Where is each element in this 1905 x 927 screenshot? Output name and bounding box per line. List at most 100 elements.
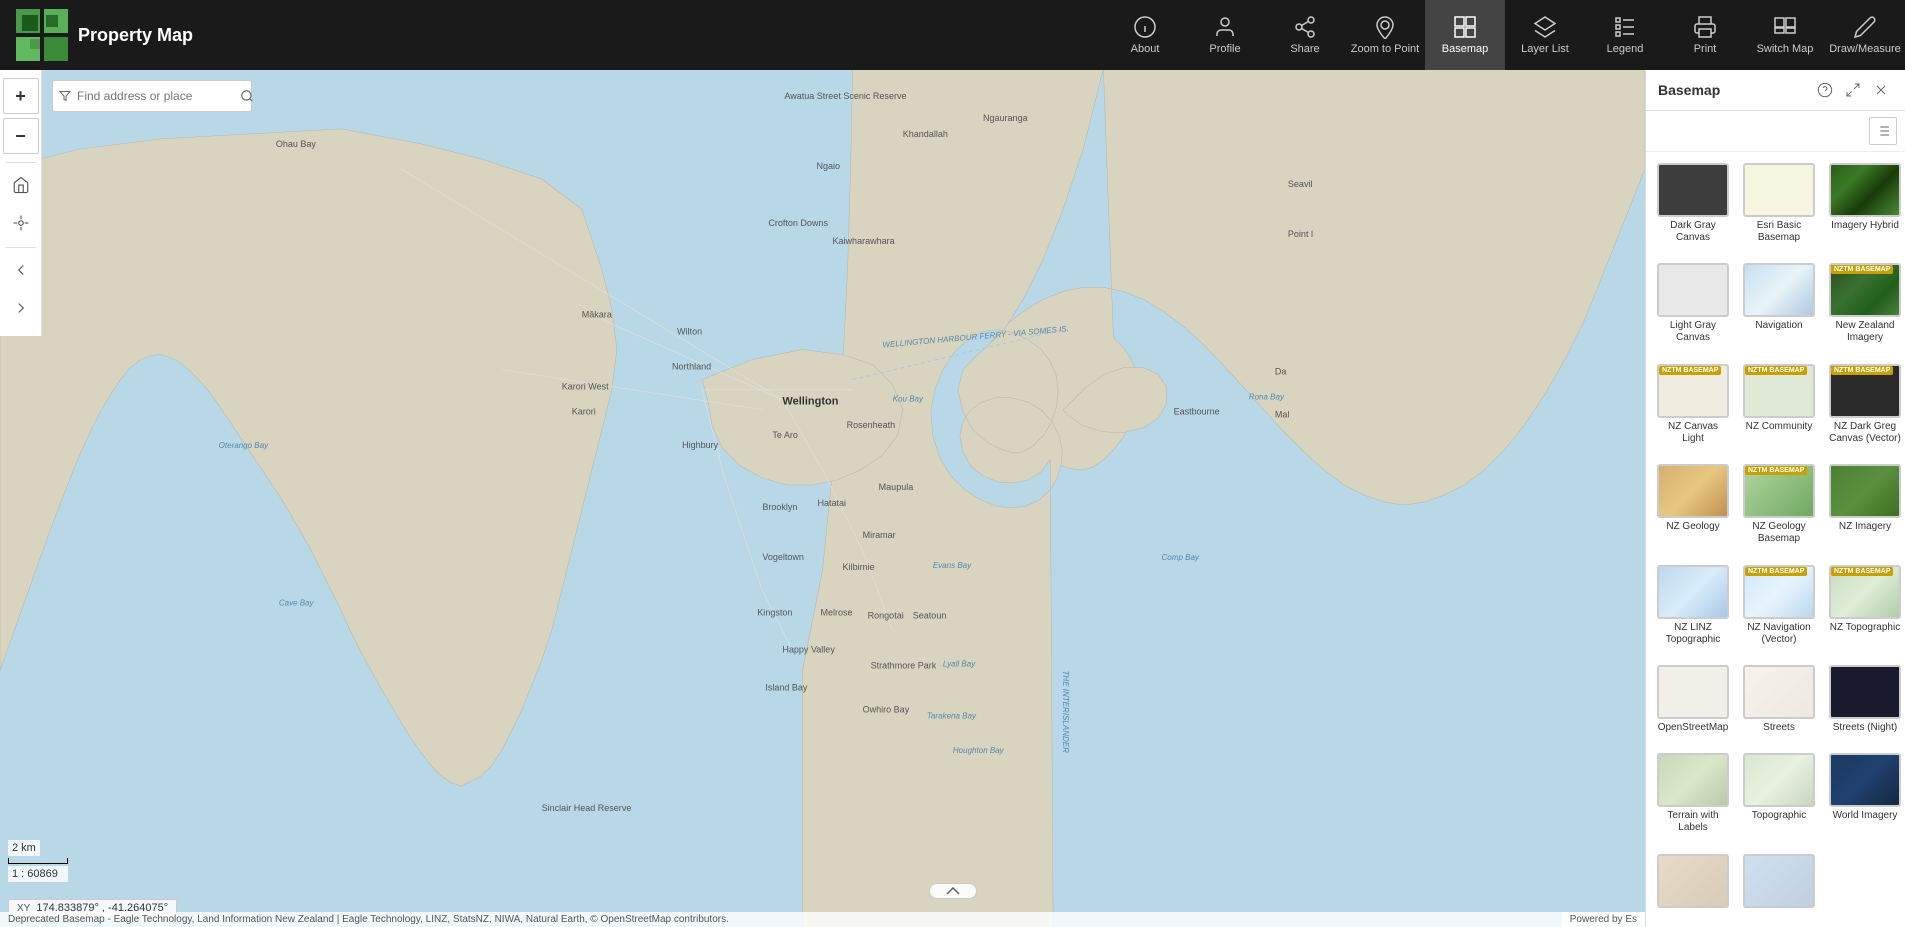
basemap-item-streets-night[interactable]: Streets (Night) <box>1826 662 1904 742</box>
zoom-to-point-button[interactable]: Zoom to Point <box>1345 0 1425 70</box>
strathmore-label: Strathmore Park <box>871 661 937 671</box>
sinclair-head-label: Sinclair Head Reserve <box>542 803 632 813</box>
sidebar-divider <box>6 162 36 163</box>
highbury-label: Highbury <box>682 440 719 450</box>
locate-button[interactable] <box>3 205 39 241</box>
northland-label: Northland <box>672 362 711 372</box>
search-input[interactable] <box>77 89 232 103</box>
switch-map-button[interactable]: Switch Map <box>1745 0 1825 70</box>
basemap-label-nz-linz-topographic: NZ LINZ Topographic <box>1657 622 1729 646</box>
profile-label: Profile <box>1209 43 1240 55</box>
basemap-item-nz-linz-topographic[interactable]: NZ LINZ Topographic <box>1654 562 1732 654</box>
wilton-label: Wilton <box>677 327 702 337</box>
basemap-header-icons <box>1813 78 1893 102</box>
basemap-label-topographic: Topographic <box>1752 810 1806 822</box>
basemap-item-dark-gray-canvas[interactable]: Dark Gray Canvas <box>1654 160 1732 252</box>
search-filter-button[interactable] <box>53 90 77 102</box>
forward-button[interactable] <box>3 290 39 326</box>
profile-button[interactable]: Profile <box>1185 0 1265 70</box>
basemap-item-topographic[interactable]: Topographic <box>1740 750 1818 842</box>
oterango-bay-label: Oterango Bay <box>219 441 269 450</box>
scale-line: 2 km <box>8 840 68 856</box>
basemap-item-extra2[interactable] <box>1740 851 1818 919</box>
basemap-label-nz-community: NZ Community <box>1746 421 1813 433</box>
cave-bay-label: Cave Bay <box>279 598 315 607</box>
toolbar: About Profile Share Zoom to Point Basema… <box>1105 0 1905 70</box>
kingston-label: Kingston <box>757 607 792 617</box>
app-logo <box>16 9 68 61</box>
basemap-label-nz-geology-basemap: NZ Geology Basemap <box>1743 521 1815 545</box>
basemap-item-imagery-hybrid[interactable]: Imagery Hybrid <box>1826 160 1904 252</box>
awatua-label: Awatua Street Scenic Reserve <box>784 91 906 101</box>
basemap-item-nz-imagery[interactable]: NZ Imagery <box>1826 461 1904 553</box>
zoom-out-button[interactable]: − <box>3 118 39 154</box>
makara-label: Mākara <box>582 309 613 319</box>
draw-measure-label: Draw/Measure <box>1829 43 1901 55</box>
legend-button[interactable]: Legend <box>1585 0 1665 70</box>
basemap-label-dark-gray-canvas: Dark Gray Canvas <box>1657 220 1729 244</box>
basemap-item-navigation[interactable]: Navigation <box>1740 260 1818 352</box>
expand-button[interactable] <box>929 883 977 899</box>
basemap-item-nz-topographic[interactable]: NZTM BASEMAPNZ Topographic <box>1826 562 1904 654</box>
print-button[interactable]: Print <box>1665 0 1745 70</box>
island-bay-label: Island Bay <box>765 683 808 693</box>
basemap-item-nz-navigation-vector[interactable]: NZTM BASEMAPNZ Navigation (Vector) <box>1740 562 1818 654</box>
basemap-collapse-button[interactable] <box>1841 78 1865 102</box>
about-button[interactable]: About <box>1105 0 1185 70</box>
basemap-item-nz-geology[interactable]: NZ Geology <box>1654 461 1732 553</box>
close-icon <box>1873 82 1889 98</box>
basemap-help-button[interactable] <box>1813 78 1837 102</box>
basemap-item-streets[interactable]: Streets <box>1740 662 1818 742</box>
basemap-item-nz-geology-basemap[interactable]: NZTM BASEMAPNZ Geology Basemap <box>1740 461 1818 553</box>
ngauranga-label: Ngauranga <box>983 113 1029 123</box>
map-area[interactable]: Wellington Mākara Karori Karori West Nor… <box>0 70 1645 927</box>
basemap-item-nz-dark-greg[interactable]: NZTM BASEMAPNZ Dark Greg Canvas (Vector) <box>1826 361 1904 453</box>
basemap-label-new-zealand-imagery: New Zealand Imagery <box>1829 320 1901 344</box>
evans-bay-label: Evans Bay <box>933 561 972 570</box>
basemap-grid: Dark Gray Canvas Esri Basic Basemap Imager… <box>1646 152 1905 927</box>
happy-valley-label: Happy Valley <box>782 644 835 654</box>
basemap-item-nz-canvas-light[interactable]: NZTM BASEMAPNZ Canvas Light <box>1654 361 1732 453</box>
basemap-item-openstreetmap[interactable]: OpenStreetMap <box>1654 662 1732 742</box>
basemap-item-nz-community[interactable]: NZTM BASEMAPNZ Community <box>1740 361 1818 453</box>
filter-list-icon <box>1875 123 1891 139</box>
basemap-label-nz-canvas-light: NZ Canvas Light <box>1657 421 1729 445</box>
basemap-item-terrain-labels[interactable]: Terrain with Labels <box>1654 750 1732 842</box>
basemap-label-streets-night: Streets (Night) <box>1833 722 1897 734</box>
layer-list-button[interactable]: Layer List <box>1505 0 1585 70</box>
locate-icon <box>12 214 30 232</box>
basemap-filter-button[interactable] <box>1869 117 1897 145</box>
basemap-label-nz-dark-greg: NZ Dark Greg Canvas (Vector) <box>1829 421 1901 445</box>
home-button[interactable] <box>3 167 39 203</box>
search-go-button[interactable] <box>232 89 262 103</box>
basemap-item-world-imagery[interactable]: World Imagery <box>1826 750 1904 842</box>
days-bay-label: Da <box>1275 367 1288 377</box>
maupula-label: Maupula <box>879 482 915 492</box>
draw-measure-button[interactable]: Draw/Measure <box>1825 0 1905 70</box>
basemap-item-extra1[interactable] <box>1654 851 1732 919</box>
basemap-label-esri-basic: Esri Basic Basemap <box>1743 220 1815 244</box>
hatatai-label: Hatatai <box>817 498 846 508</box>
powered-by: Powered by Es <box>1562 912 1645 927</box>
basemap-item-new-zealand-imagery[interactable]: NZTM BASEMAPNew Zealand Imagery <box>1826 260 1904 352</box>
attribution: Deprecated Basemap - Eagle Technology, L… <box>0 912 1645 927</box>
rona-bay-label: Rona Bay <box>1249 393 1285 402</box>
basemap-button[interactable]: Basemap <box>1425 0 1505 70</box>
basemap-label-nz-imagery: NZ Imagery <box>1839 521 1891 533</box>
kou-bay-label: Kou Bay <box>893 395 924 404</box>
help-icon <box>1817 82 1833 98</box>
share-button[interactable]: Share <box>1265 0 1345 70</box>
scale-text: 2 km <box>8 840 40 856</box>
left-sidebar: + − <box>0 70 42 336</box>
about-label: About <box>1131 43 1160 55</box>
map-svg: Wellington Mākara Karori Karori West Nor… <box>0 70 1645 927</box>
ngaio-label: Ngaio <box>816 161 840 171</box>
melrose-label: Melrose <box>820 607 852 617</box>
lyall-bay-label: Lyall Bay <box>943 660 976 669</box>
basemap-item-esri-basic[interactable]: Esri Basic Basemap <box>1740 160 1818 252</box>
basemap-label-nz-navigation-vector: NZ Navigation (Vector) <box>1743 622 1815 646</box>
basemap-item-light-gray-canvas[interactable]: Light Gray Canvas <box>1654 260 1732 352</box>
zoom-in-button[interactable]: + <box>3 78 39 114</box>
back-button[interactable] <box>3 252 39 288</box>
basemap-close-button[interactable] <box>1869 78 1893 102</box>
